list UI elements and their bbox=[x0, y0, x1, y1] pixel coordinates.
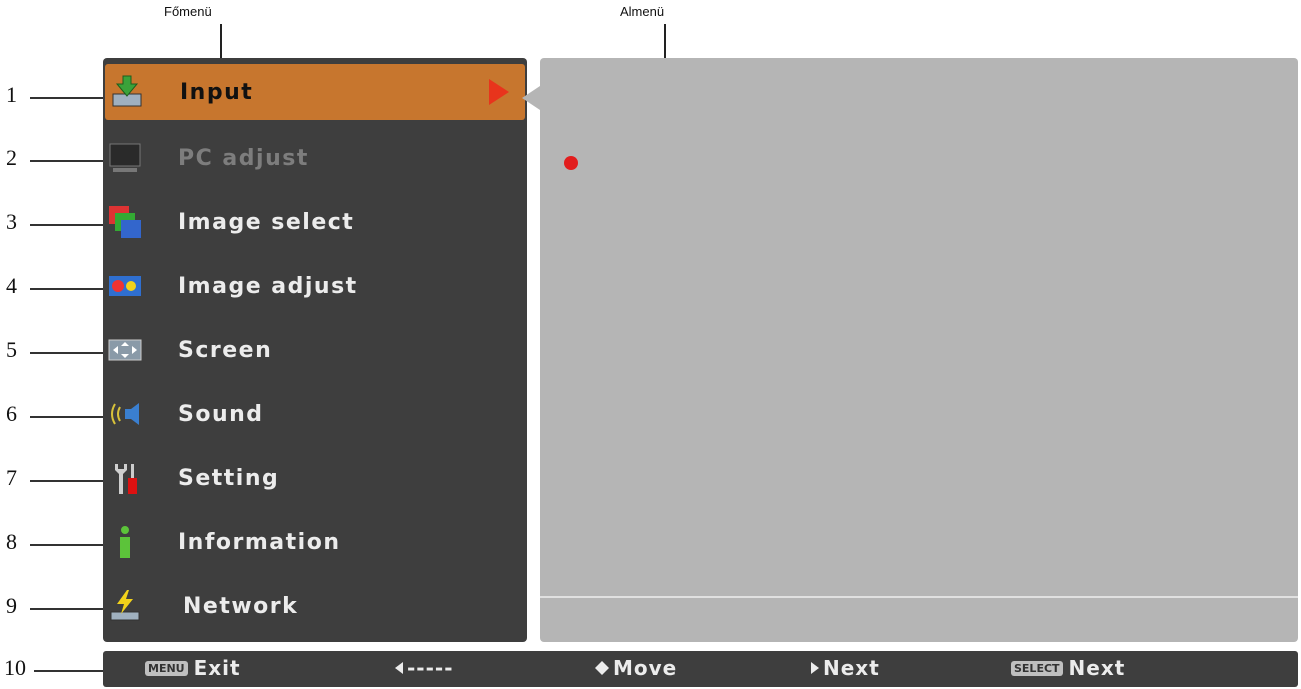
callout-line-6 bbox=[30, 416, 110, 418]
callout-line-9 bbox=[30, 608, 110, 610]
image-adjust-icon bbox=[109, 276, 141, 296]
menu-label-network: Network bbox=[183, 593, 299, 619]
guide-next: Next bbox=[811, 656, 880, 680]
wrench-screwdriver-icon bbox=[115, 464, 137, 494]
guide-select-next-label: Next bbox=[1068, 656, 1126, 680]
select-key-badge: SELECT bbox=[1011, 660, 1063, 676]
menu-label-setting: Setting bbox=[178, 465, 280, 491]
callout-number-9: 9 bbox=[6, 593, 17, 618]
menu-item-setting[interactable]: Setting bbox=[103, 450, 527, 506]
callout-line-5 bbox=[30, 352, 110, 354]
callout-number-7: 7 bbox=[6, 465, 17, 490]
menu-item-pc-adjust[interactable]: PC adjust bbox=[103, 130, 527, 186]
menu-key-badge: MENU bbox=[145, 660, 188, 676]
menu-label-pc-adjust: PC adjust bbox=[178, 145, 309, 171]
callout-number-1: 1 bbox=[6, 82, 17, 107]
submenu-pointer bbox=[522, 86, 540, 110]
guide-exit-label: Exit bbox=[193, 656, 241, 680]
menu-label-information: Information bbox=[178, 529, 341, 555]
guide-exit: MENU Exit bbox=[145, 656, 241, 680]
main-menu: Input PC adjust Image select Image adjus… bbox=[103, 58, 527, 642]
menu-item-sound[interactable]: Sound bbox=[103, 386, 527, 442]
guide-move-label: Move bbox=[613, 656, 678, 680]
right-arrow-icon bbox=[811, 662, 819, 674]
callout-number-5: 5 bbox=[6, 337, 17, 362]
callout-number-10: 10 bbox=[4, 655, 26, 680]
network-icon bbox=[110, 590, 140, 621]
callout-line-10 bbox=[34, 670, 110, 672]
info-icon bbox=[120, 526, 130, 558]
menu-item-image-select[interactable]: Image select bbox=[103, 194, 527, 250]
active-input-dot bbox=[564, 156, 578, 170]
callout-number-2: 2 bbox=[6, 145, 17, 170]
menu-item-image-adjust[interactable]: Image adjust bbox=[103, 258, 527, 314]
callout-line-3 bbox=[30, 224, 110, 226]
input-icon bbox=[112, 75, 142, 107]
callout-number-3: 3 bbox=[6, 209, 17, 234]
callout-number-8: 8 bbox=[6, 529, 17, 554]
callout-number-4: 4 bbox=[6, 273, 17, 298]
callout-line-7 bbox=[30, 480, 110, 482]
guide-next-label: Next bbox=[823, 656, 880, 680]
callout-number-6: 6 bbox=[6, 401, 17, 426]
menu-label-screen: Screen bbox=[178, 337, 273, 363]
left-arrow-icon bbox=[395, 662, 403, 674]
guide-back: ----- bbox=[395, 656, 454, 680]
menu-label-image-adjust: Image adjust bbox=[178, 273, 358, 299]
submenu-divider bbox=[540, 596, 1298, 598]
guide-back-label: ----- bbox=[407, 656, 454, 680]
menu-item-screen[interactable]: Screen bbox=[103, 322, 527, 378]
speaker-icon bbox=[111, 403, 139, 425]
monitor-icon bbox=[109, 143, 141, 172]
callout-line-2 bbox=[30, 160, 110, 162]
menu-item-network[interactable]: Network bbox=[103, 578, 527, 634]
submenu-panel bbox=[540, 58, 1298, 642]
guide-move: Move bbox=[595, 656, 677, 680]
callout-line-8 bbox=[30, 544, 110, 546]
screen-icon bbox=[108, 339, 142, 361]
guide-select-next: SELECT Next bbox=[1011, 656, 1125, 680]
menu-label-sound: Sound bbox=[178, 401, 264, 427]
callout-line-1 bbox=[30, 97, 110, 99]
menu-item-information[interactable]: Information bbox=[103, 514, 527, 570]
guide-bar: MENU Exit ----- Move Next SELECT Next bbox=[103, 651, 1298, 687]
image-select-icon bbox=[109, 206, 141, 238]
menu-label-input: Input bbox=[180, 79, 254, 105]
submenu-arrow-icon bbox=[489, 79, 509, 105]
main-menu-callout: Főmenü bbox=[164, 4, 212, 19]
menu-label-image-select: Image select bbox=[178, 209, 355, 235]
up-down-arrow-icon bbox=[595, 661, 609, 675]
sub-menu-callout: Almenü bbox=[620, 4, 665, 19]
callout-line-4 bbox=[30, 288, 110, 290]
menu-item-input[interactable]: Input bbox=[105, 64, 525, 120]
